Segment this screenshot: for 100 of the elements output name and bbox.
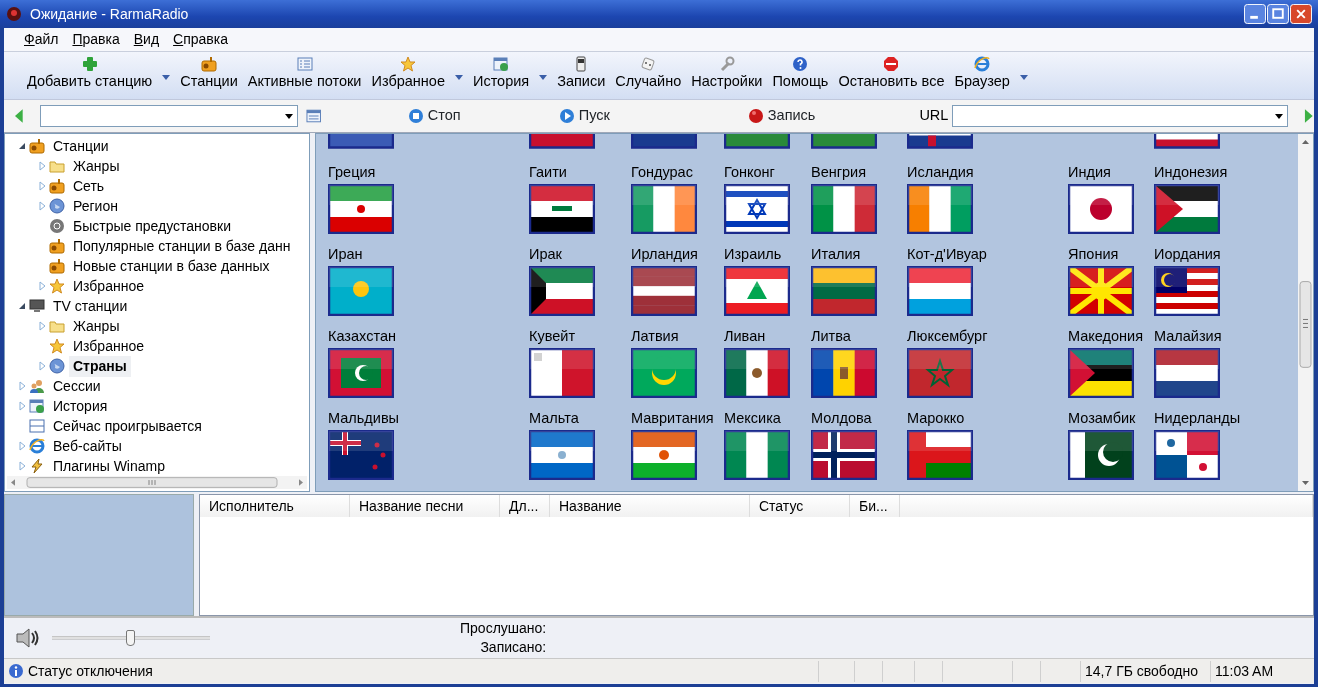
column-header[interactable]: Дл... [500,495,550,517]
horizontal-scrollbar[interactable] [7,476,307,489]
tree-item[interactable]: Регион [69,195,122,217]
caret-icon[interactable] [161,74,172,81]
flag-icon[interactable] [328,266,394,316]
maximize-button[interactable] [1267,4,1289,24]
toolbar-button[interactable]: Записи [552,52,611,90]
flag-icon[interactable] [724,184,790,234]
flag-icon[interactable] [529,348,595,398]
toolbar-button[interactable]: Случайно [610,52,687,90]
menu-item[interactable]: Файл [24,29,59,50]
close-button[interactable] [1290,4,1312,24]
menu-item[interactable]: Справка [173,29,228,50]
caret-icon[interactable] [453,74,464,81]
column-header[interactable]: Исполнитель [200,495,350,517]
flag-icon[interactable] [631,430,697,480]
tree-item[interactable]: Избранное [69,275,148,297]
toolbar-button[interactable]: Запись [747,105,816,127]
flag-icon[interactable] [529,430,595,480]
plus-icon [81,56,98,72]
flag-icon[interactable] [1068,430,1134,480]
toolbar-button[interactable]: Активные потоки [242,52,367,90]
tree-item[interactable]: Быстрые предустановки [69,215,235,237]
flag-icon[interactable] [631,348,697,398]
tree-item[interactable]: Сейчас проигрывается [49,415,206,437]
flag-icon[interactable] [328,430,394,480]
station-combobox[interactable] [39,105,299,127]
flag-icon[interactable] [907,184,973,234]
url-combobox[interactable] [952,105,1289,127]
flag-icon[interactable] [907,430,973,480]
flag-icon[interactable] [1154,348,1220,398]
tree-item[interactable]: Жанры [69,155,124,177]
flag-icon[interactable] [811,348,877,398]
flag-icon[interactable] [1154,266,1220,316]
flag-icon[interactable] [1068,184,1134,234]
flag-icon[interactable] [724,430,790,480]
vertical-scrollbar[interactable] [1298,134,1313,491]
tree-item[interactable]: TV станции [49,295,132,317]
flag-icon[interactable] [529,266,595,316]
wrench-icon [718,56,735,72]
toolbar-button[interactable]: Избранное [366,52,450,90]
list-icon [296,56,313,72]
toolbar-button[interactable]: Стоп [407,105,461,127]
country-label: Кот-д'Ивуар [907,245,988,263]
list-icon[interactable] [306,108,322,124]
flag-icon[interactable] [811,430,877,480]
collapse-icon[interactable] [17,141,27,151]
column-header[interactable]: Название песни [350,495,500,517]
flag-icon[interactable] [1068,348,1134,398]
tree-item[interactable]: Популярные станции в базе данн [69,235,295,257]
flag-icon[interactable] [529,184,595,234]
caret-icon[interactable] [1018,74,1029,81]
window-icon [29,418,45,434]
flag-icon[interactable] [724,266,790,316]
toolbar-button[interactable]: Станции [175,52,243,90]
tree-item[interactable]: Плагины Winamp [49,455,169,477]
tree-item[interactable]: Избранное [69,335,148,357]
toolbar-button[interactable]: Добавить станцию [22,52,158,90]
slider-thumb[interactable] [126,630,135,646]
flag-icon[interactable] [1154,184,1220,234]
tree-item[interactable]: История [49,395,112,417]
flag-icon[interactable] [907,134,973,149]
tree-item[interactable]: Сеть [69,175,109,197]
back-icon[interactable] [14,109,24,123]
flag-icon[interactable] [328,184,394,234]
toolbar-button[interactable]: История [467,52,535,90]
speaker-icon[interactable] [16,628,40,648]
column-header[interactable]: Би... [850,495,900,517]
tree-item[interactable]: Жанры [69,315,124,337]
toolbar-button[interactable]: Настройки [686,52,768,90]
toolbar-button[interactable]: Браузер [949,52,1015,90]
collapse-icon[interactable] [17,301,27,311]
country-label: Гаити [529,163,568,181]
flag-icon[interactable] [631,266,697,316]
tree-item[interactable]: Страны [69,355,131,377]
column-header[interactable]: Название [550,495,750,517]
flag-icon[interactable] [1068,266,1134,316]
minimize-button[interactable] [1244,4,1266,24]
toolbar-button[interactable]: Остановить все [833,52,950,90]
go-icon[interactable] [1304,109,1314,123]
toolbar-button[interactable]: Пуск [558,105,610,127]
flag-icon[interactable] [1154,134,1220,149]
flag-icon[interactable] [1154,430,1220,480]
menu-item[interactable]: Правка [72,29,120,50]
caret-icon[interactable] [538,74,549,81]
flag-icon[interactable] [724,348,790,398]
caret-icon [1275,113,1284,119]
flag-icon[interactable] [328,348,394,398]
tree-item[interactable]: Веб-сайты [49,435,126,457]
flag-icon[interactable] [811,266,877,316]
toolbar-button[interactable]: Помощь [767,52,834,90]
counter-label: Записано: [479,638,547,657]
flag-icon[interactable] [907,266,973,316]
tree-item[interactable]: Станции [49,135,113,157]
flag-icon[interactable] [631,184,697,234]
column-header[interactable]: Статус [750,495,850,517]
tree-item[interactable]: Сессии [49,375,105,397]
menu-item[interactable]: Вид [133,29,160,50]
tree-item[interactable]: Новые станции в базе данных [69,255,274,277]
flag-icon[interactable] [811,184,877,234]
